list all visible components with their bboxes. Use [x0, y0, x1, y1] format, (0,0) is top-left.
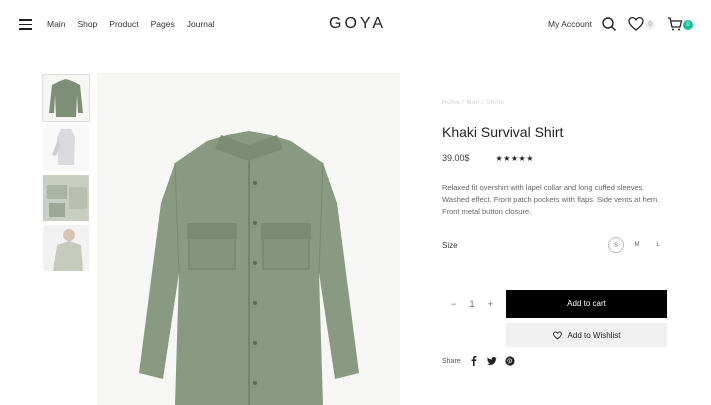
pinterest-icon[interactable] — [505, 356, 515, 366]
cart-count-badge: 0 — [683, 20, 693, 30]
quantity-decrease-button[interactable]: − — [451, 299, 456, 309]
heart-icon — [552, 330, 562, 339]
thumbnail-model[interactable] — [43, 225, 89, 271]
thumbnail-detail[interactable] — [43, 175, 89, 221]
size-selector: Size S M L — [442, 237, 668, 255]
site-header: Main Shop Product Pages Journal GOYA My … — [0, 0, 711, 50]
rating-stars[interactable]: ★★★★★ — [496, 154, 534, 163]
price-row: 39.00$ ★★★★★ — [442, 153, 668, 163]
nav-item-journal[interactable]: Journal — [187, 19, 215, 29]
search-icon[interactable] — [601, 16, 617, 32]
nav-item-pages[interactable]: Pages — [151, 19, 175, 29]
size-option-m[interactable]: M — [629, 237, 645, 253]
size-option-s[interactable]: S — [608, 237, 624, 253]
twitter-icon[interactable] — [486, 356, 497, 366]
quantity-stepper: − 1 + — [442, 290, 502, 318]
product-thumbnails — [42, 74, 91, 275]
product-description: Relaxed fit overshirt with lapel collar … — [442, 183, 660, 216]
add-to-wishlist-button[interactable]: Add to Wishlist — [506, 323, 667, 347]
my-account-link[interactable]: My Account — [548, 19, 592, 29]
product-title: Khaki Survival Shirt — [442, 124, 564, 140]
product-price: 39.00$ — [442, 153, 470, 163]
size-label: Size — [442, 241, 458, 250]
buy-row: − 1 + Add to cart — [442, 290, 668, 318]
size-option-l[interactable]: L — [650, 237, 666, 253]
quantity-value[interactable]: 1 — [469, 299, 474, 309]
quantity-increase-button[interactable]: + — [488, 299, 493, 309]
breadcrumb[interactable]: Home / Men / Shirts — [442, 100, 668, 110]
nav-item-product[interactable]: Product — [109, 19, 138, 29]
nav-item-main[interactable]: Main — [47, 19, 65, 29]
thumbnail-front[interactable] — [42, 74, 90, 122]
product-info: Home / Men / Shirts Khaki Survival Shirt… — [442, 100, 668, 255]
site-logo[interactable]: GOYA — [329, 15, 386, 33]
share-label: Share — [442, 357, 461, 365]
share-row: Share — [442, 356, 523, 366]
thumbnail-back[interactable] — [43, 125, 89, 171]
wishlist-count-badge: 0 — [645, 20, 655, 30]
add-to-cart-button[interactable]: Add to cart — [506, 290, 667, 318]
menu-icon[interactable] — [19, 19, 32, 30]
main-nav: Main Shop Product Pages Journal — [47, 19, 227, 29]
main-product-image[interactable] — [97, 73, 400, 405]
add-to-wishlist-label: Add to Wishlist — [567, 330, 621, 340]
facebook-icon[interactable] — [469, 356, 479, 366]
nav-item-shop[interactable]: Shop — [77, 19, 97, 29]
cart-icon[interactable] — [667, 16, 683, 32]
heart-icon[interactable] — [628, 16, 644, 32]
